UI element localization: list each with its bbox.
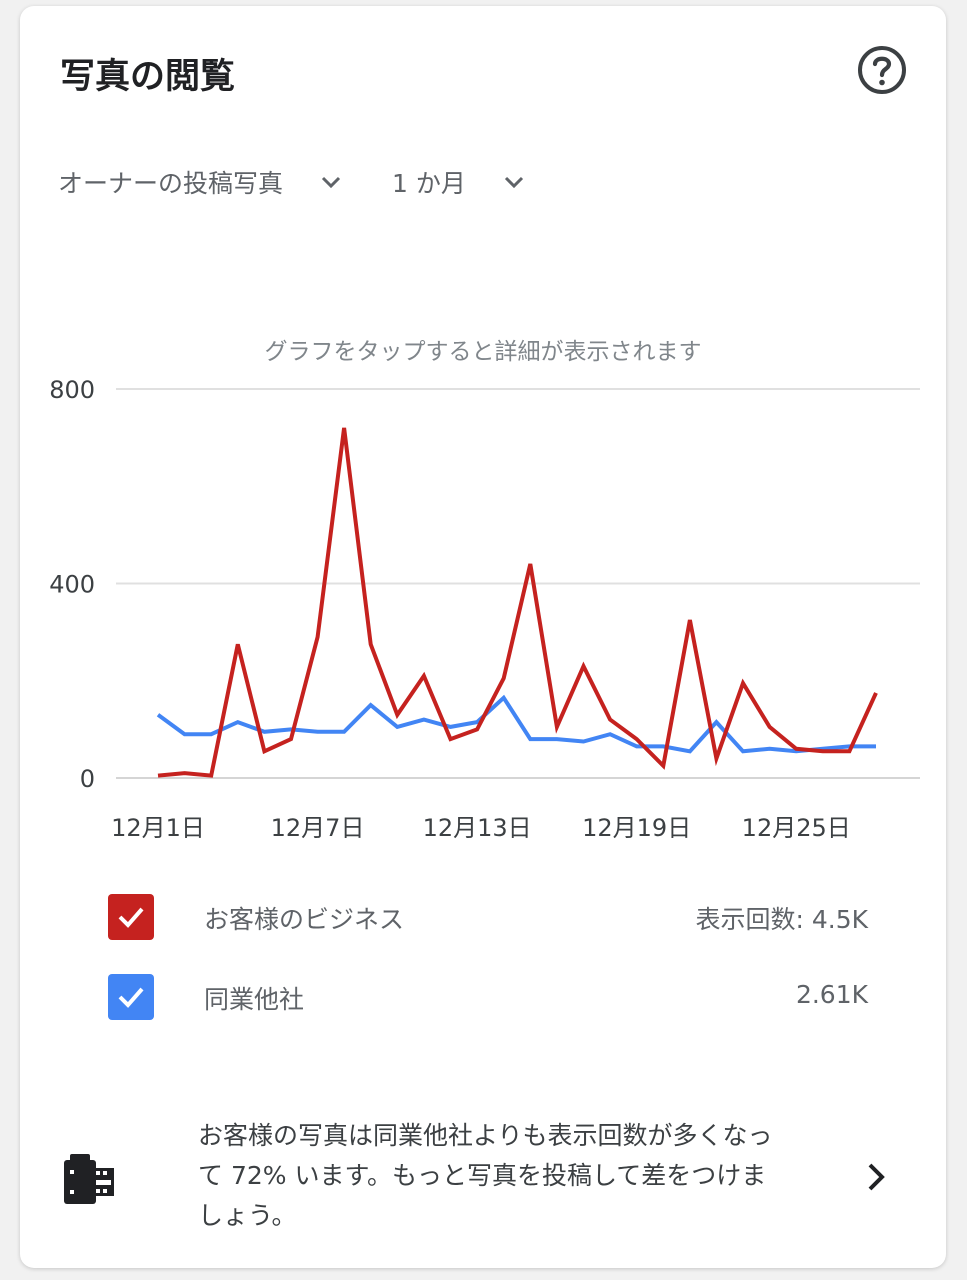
legend-value-business: 表示回数: 4.5K [695, 905, 868, 934]
photo-views-card: 写真の閲覧 オーナーの投稿写真 1 か月 グラフをタップすると詳細が表示されます… [20, 6, 946, 1268]
series-line-business [157, 427, 878, 778]
competitors-checkbox[interactable] [108, 974, 154, 1020]
y-tick-label: 0 [80, 765, 95, 793]
x-tick-label: 12月19日 [582, 814, 691, 842]
x-tick-label: 12月1日 [111, 814, 205, 842]
views-line-chart[interactable]: 0 400 800 12月1日 12月7日 12月13日 12月19日 12月25日 [20, 6, 946, 866]
legend-label-business: お客様のビジネス [204, 905, 405, 934]
x-tick-label: 12月25日 [742, 814, 851, 842]
x-tick-label: 12月13日 [423, 814, 532, 842]
photo-film-icon [64, 1154, 114, 1204]
checkmark-icon [118, 987, 144, 1008]
y-tick-label: 400 [49, 571, 95, 599]
legend-item-competitors[interactable]: 同業他社 2.61K [108, 974, 868, 1022]
x-tick-label: 12月7日 [271, 814, 365, 842]
chevron-right-icon [868, 1163, 885, 1191]
post-photos-suggestion[interactable]: お客様の写真は同業他社よりも表示回数が多くなって 72% います。もっと写真を投… [20, 1110, 946, 1240]
y-tick-label: 800 [49, 376, 95, 404]
legend-value-competitors: 2.61K [795, 980, 868, 1009]
checkmark-icon [118, 907, 144, 928]
legend-item-business[interactable]: お客様のビジネス 表示回数: 4.5K [108, 894, 868, 942]
suggestion-message: お客様の写真は同業他社よりも表示回数が多くなって 72% います。もっと写真を投… [198, 1121, 773, 1230]
business-checkbox[interactable] [108, 894, 154, 940]
legend-label-competitors: 同業他社 [204, 985, 305, 1014]
